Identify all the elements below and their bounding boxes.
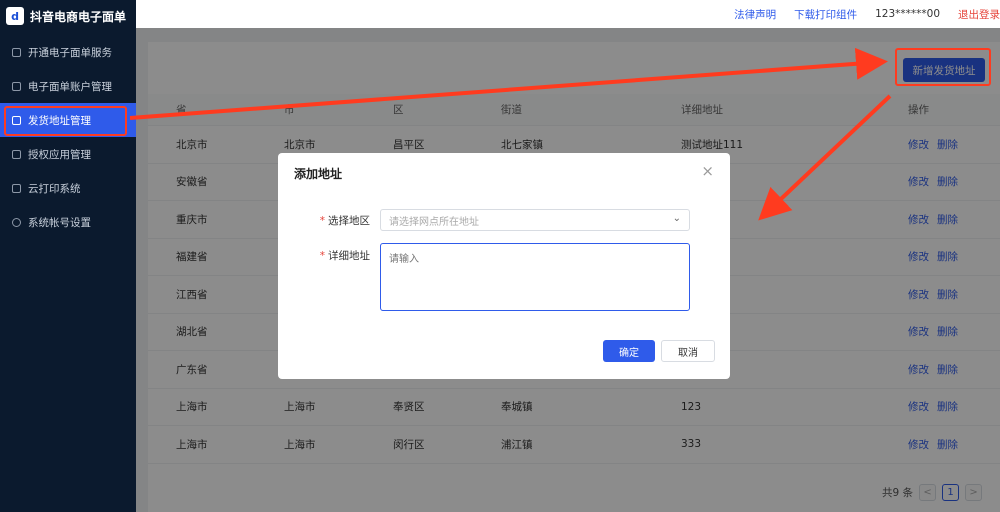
region-label-text: 选择地区 [328, 215, 370, 227]
detail-label-text: 详细地址 [328, 250, 370, 262]
annotation-highlight-add-button [895, 48, 991, 86]
legal-link[interactable]: 法律声明 [734, 7, 776, 22]
close-icon[interactable]: × [701, 162, 714, 180]
sidebar-item-open-service[interactable]: 开通电子面单服务 [0, 35, 136, 69]
region-label: * 选择地区 [290, 213, 370, 228]
sidebar-item-settings[interactable]: 系统帐号设置 [0, 205, 136, 239]
doc-icon [12, 47, 21, 57]
sidebar-item-label: 授权应用管理 [28, 148, 91, 161]
sidebar: d 抖音电商电子面单 开通电子面单服务 电子面单账户管理 发货地址管理 授权应用… [0, 0, 136, 512]
gear-icon [12, 217, 21, 227]
detail-label: * 详细地址 [290, 248, 370, 263]
annotation-highlight-sidebar [4, 106, 127, 136]
sidebar-nav: 开通电子面单服务 电子面单账户管理 发货地址管理 授权应用管理 云打印系统 系统… [0, 35, 136, 239]
brand-name: 抖音电商电子面单 [30, 9, 127, 24]
sidebar-item-label: 电子面单账户管理 [28, 80, 112, 93]
required-mark: * [319, 250, 325, 262]
sidebar-item-label: 云打印系统 [28, 182, 81, 195]
region-select[interactable]: 请选择网点所在地址 ⌄ [380, 209, 690, 231]
card-icon [12, 81, 21, 91]
brand: d 抖音电商电子面单 [0, 0, 136, 32]
dialog-title: 添加地址 [294, 167, 343, 181]
sidebar-item-label: 系统帐号设置 [28, 216, 91, 229]
grid-icon [12, 149, 21, 159]
add-address-dialog: 添加地址 × *选择地区 请选择网点所在地址 ⌄ *详细地址 确定 取消 [278, 153, 730, 379]
chevron-down-icon: ⌄ [672, 213, 681, 224]
sidebar-item-apps[interactable]: 授权应用管理 [0, 137, 136, 171]
required-mark: * [319, 215, 325, 227]
sidebar-item-cloud-print[interactable]: 云打印系统 [0, 171, 136, 205]
user-account: 123******00 [875, 8, 940, 20]
topbar: 法律声明 下载打印组件 123******00 退出登录 [136, 0, 1000, 28]
detail-address-input[interactable] [380, 243, 690, 311]
cancel-button[interactable]: 取消 [661, 340, 715, 362]
region-placeholder: 请选择网点所在地址 [389, 216, 479, 228]
logout-link[interactable]: 退出登录 [958, 7, 1000, 22]
printer-icon [12, 183, 21, 193]
sidebar-item-account[interactable]: 电子面单账户管理 [0, 69, 136, 103]
download-link[interactable]: 下载打印组件 [794, 7, 857, 22]
sidebar-item-label: 开通电子面单服务 [28, 46, 112, 59]
confirm-button[interactable]: 确定 [603, 340, 655, 362]
logo-icon: d [6, 7, 24, 25]
